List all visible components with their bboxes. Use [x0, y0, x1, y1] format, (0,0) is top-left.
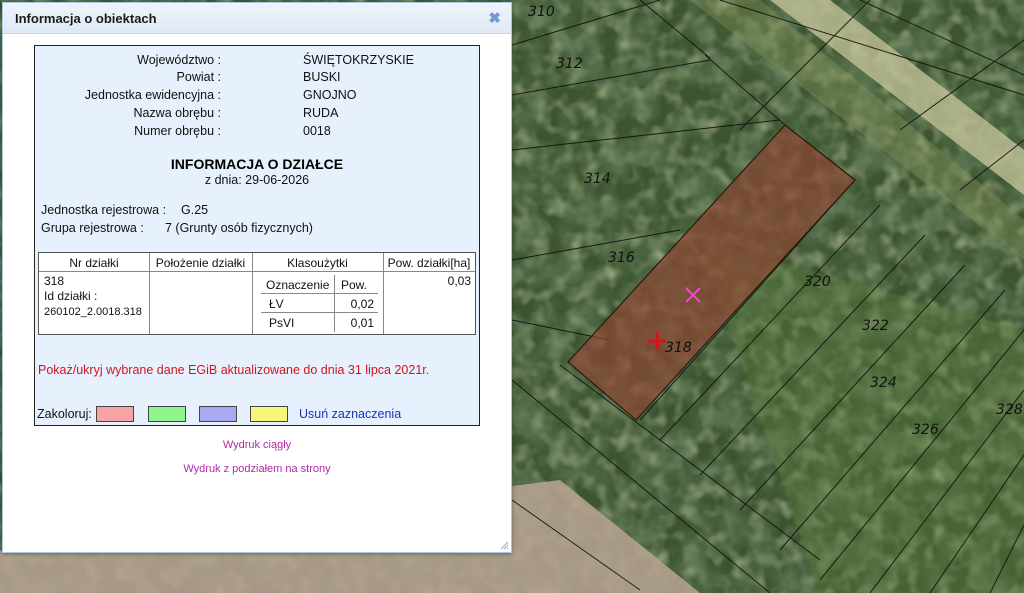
parcel-label-318: 318: [665, 340, 692, 356]
parcel-label-324: 324: [870, 375, 897, 391]
color-swatch-red[interactable]: [96, 406, 134, 422]
clear-selection-link[interactable]: Usuń zaznaczenia: [299, 407, 401, 421]
section-title: INFORMACJA O DZIAŁCE: [170, 156, 344, 172]
dialog-header[interactable]: Informacja o obiektach ✖: [3, 3, 511, 34]
location-label: Województwo :: [137, 53, 221, 67]
close-icon[interactable]: ✖: [488, 9, 501, 27]
parcel-info-panel: Województwo : ŚWIĘTOKRZYSKIE Powiat : BU…: [34, 45, 480, 426]
parcel-label-314: 314: [584, 171, 611, 187]
section-date: z dnia: 29-06-2026: [204, 173, 310, 187]
parcel-label-310: 310: [528, 4, 555, 20]
color-swatch-yellow[interactable]: [250, 406, 288, 422]
egib-toggle-link[interactable]: Pokaż/ukryj wybrane dane EGiB aktualizow…: [38, 363, 429, 377]
column-header: Położenie działki: [155, 256, 246, 270]
parcel-id-label: Id działki :: [44, 289, 98, 303]
location-value: 0018: [303, 124, 331, 138]
print-paged-link[interactable]: Wydruk z podziałem na strony: [3, 463, 511, 475]
column-header: Nr działki: [69, 256, 119, 270]
registry-group-value: 7 (Grunty osób fizycznych): [165, 221, 313, 235]
registry-unit-label: Jednostka rejestrowa :: [41, 203, 167, 217]
parcel-id: 260102_2.0018.318: [44, 306, 142, 318]
object-info-dialog: Informacja o obiektach ✖ Województwo : Ś…: [2, 2, 512, 553]
land-use-code: ŁV: [269, 297, 284, 311]
parcel-table: Nr działki Położenie działki Klasoużytki…: [38, 252, 476, 335]
color-label: Zakoloruj:: [37, 407, 92, 421]
dialog-title: Informacja o obiektach: [15, 11, 157, 26]
resize-grip-icon[interactable]: [499, 540, 509, 550]
location-value: BUSKI: [303, 70, 341, 84]
print-continuous-link[interactable]: Wydruk ciągły: [3, 439, 511, 451]
parcel-label-316: 316: [608, 250, 635, 266]
registry-unit-value: G.25: [181, 203, 209, 217]
land-use-table: Oznaczenie Pow. ŁV 0,02 PsVI 0,01: [261, 275, 378, 332]
location-label: Powiat :: [176, 70, 221, 84]
location-label: Numer obrębu :: [134, 124, 221, 138]
parcel-area: 0,03: [447, 274, 471, 288]
land-use-area: 0,01: [350, 316, 374, 330]
color-swatch-blue[interactable]: [199, 406, 237, 422]
column-header: Pow. działki[ha]: [387, 256, 471, 270]
location-label: Nazwa obrębu :: [133, 106, 221, 120]
location-value: RUDA: [303, 106, 339, 120]
color-swatch-green[interactable]: [148, 406, 186, 422]
parcel-label-320: 320: [804, 274, 831, 290]
color-picker-row: Zakoloruj: Usuń zaznaczenia: [37, 406, 477, 422]
land-use-header: Oznaczenie: [266, 278, 330, 292]
parcel-number: 318: [44, 274, 65, 288]
parcel-label-328: 328: [996, 402, 1023, 418]
parcel-label-312: 312: [556, 56, 583, 72]
parcel-label-326: 326: [912, 422, 939, 438]
land-use-header: Pow.: [341, 278, 368, 292]
land-use-area: 0,02: [350, 297, 374, 311]
column-header: Klasoużytki: [287, 256, 348, 270]
location-value: GNOJNO: [303, 88, 357, 102]
land-use-code: PsVI: [269, 316, 295, 330]
location-value: ŚWIĘTOKRZYSKIE: [303, 53, 414, 67]
registry-group-label: Grupa rejestrowa :: [41, 221, 144, 235]
parcel-label-322: 322: [862, 318, 889, 334]
location-label: Jednostka ewidencyjna :: [84, 88, 221, 102]
